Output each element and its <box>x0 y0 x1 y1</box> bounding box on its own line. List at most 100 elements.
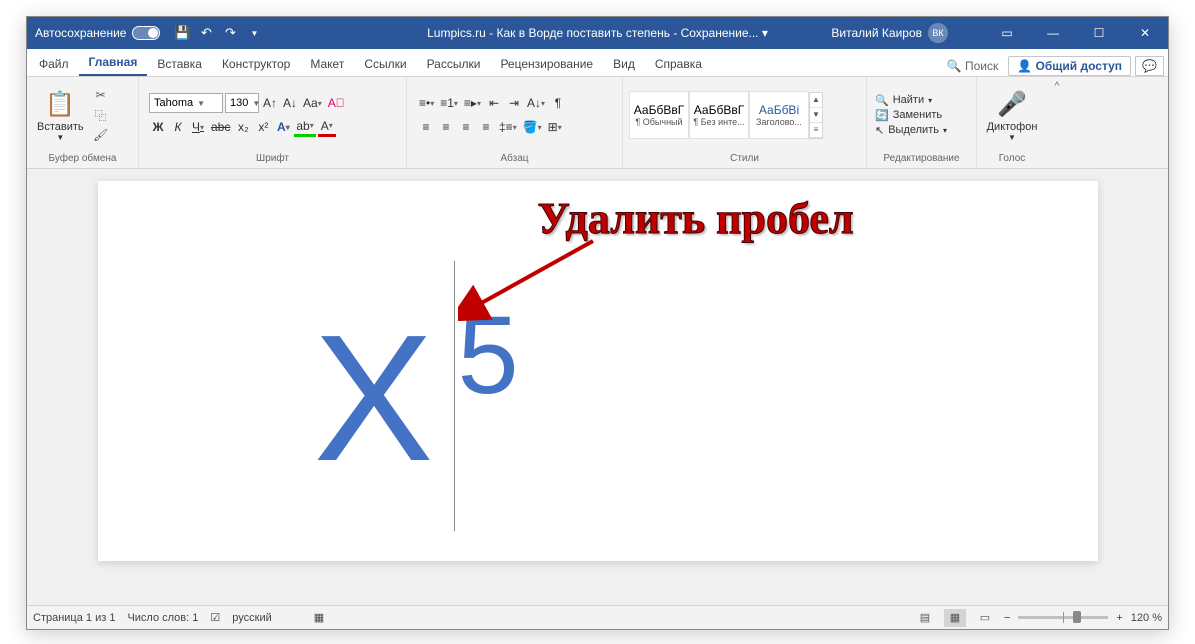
paragraph-group-label: Абзац <box>411 151 618 166</box>
zoom-out-icon[interactable]: − <box>1004 612 1010 624</box>
clear-formatting-icon[interactable]: A⃠ <box>326 93 347 113</box>
superscript-button[interactable]: x² <box>254 117 272 137</box>
document-area[interactable]: X 5 Удалить пробел <box>27 169 1168 605</box>
select-button[interactable]: ↖Выделить▾ <box>873 123 970 138</box>
replace-icon: 🔄 <box>875 109 889 122</box>
cursor-icon: ↖ <box>875 124 884 137</box>
read-mode-icon[interactable]: ▤ <box>914 609 936 627</box>
tab-insert[interactable]: Вставка <box>147 52 212 76</box>
clipboard-group-label: Буфер обмена <box>31 151 134 166</box>
tab-review[interactable]: Рецензирование <box>490 52 603 76</box>
multilevel-icon[interactable]: ≡▸ <box>462 93 483 113</box>
language-indicator[interactable]: русский <box>232 612 271 624</box>
tab-help[interactable]: Справка <box>645 52 712 76</box>
change-case-icon[interactable]: Aa <box>301 93 324 113</box>
autosave-label: Автосохранение <box>35 26 126 40</box>
ribbon-tabs: Файл Главная Вставка Конструктор Макет С… <box>27 49 1168 77</box>
font-name-combo[interactable]: Tahoma▼ <box>149 93 223 113</box>
minimize-button[interactable]: — <box>1030 17 1076 49</box>
collapse-ribbon-icon[interactable]: ^ <box>1055 81 1060 92</box>
share-button[interactable]: 👤 Общий доступ <box>1008 56 1131 76</box>
document-title: Lumpics.ru - Как в Ворде поставить степе… <box>427 26 768 40</box>
macro-icon[interactable]: ▦ <box>314 611 324 624</box>
ribbon-options-icon[interactable]: ▭ <box>984 17 1030 49</box>
tab-file[interactable]: Файл <box>29 52 79 76</box>
replace-button[interactable]: 🔄Заменить <box>873 108 970 123</box>
voice-group-label: Голос <box>981 151 1043 166</box>
align-left-icon[interactable]: ≡ <box>417 117 435 137</box>
text-effects-icon[interactable]: A <box>274 117 292 137</box>
content-char-x: X <box>314 309 434 489</box>
user-account[interactable]: Виталий Каиров ВК <box>831 23 948 43</box>
spell-check-icon[interactable]: ☑ <box>210 611 220 624</box>
titlebar: Автосохранение 💾 ↶ ↷ ▼ Lumpics.ru - Как … <box>27 17 1168 49</box>
close-button[interactable]: ✕ <box>1122 17 1168 49</box>
search-icon: 🔍 <box>875 94 889 107</box>
strike-button[interactable]: abc <box>209 117 232 137</box>
font-size-combo[interactable]: 130▼ <box>225 93 259 113</box>
maximize-button[interactable]: ☐ <box>1076 17 1122 49</box>
justify-icon[interactable]: ≡ <box>477 117 495 137</box>
tab-layout[interactable]: Макет <box>300 52 354 76</box>
subscript-button[interactable]: x₂ <box>234 117 252 137</box>
autosave-toggle[interactable] <box>132 26 160 40</box>
cut-icon[interactable]: ✂ <box>92 86 110 104</box>
shading-icon[interactable]: 🪣 <box>521 117 544 137</box>
align-center-icon[interactable]: ≡ <box>437 117 455 137</box>
comments-button[interactable]: 💬 <box>1135 56 1164 76</box>
underline-button[interactable]: Ч <box>189 117 207 137</box>
borders-icon[interactable]: ⊞ <box>546 117 564 137</box>
style-heading1[interactable]: АаБбВіЗаголово... <box>749 91 809 139</box>
style-normal[interactable]: АаБбВвГ¶ Обычный <box>629 91 689 139</box>
shrink-font-icon[interactable]: A↓ <box>281 93 299 113</box>
italic-button[interactable]: К <box>169 117 187 137</box>
decrease-indent-icon[interactable]: ⇤ <box>485 93 503 113</box>
font-color-icon[interactable]: A <box>318 117 336 137</box>
status-bar: Страница 1 из 1 Число слов: 1 ☑ русский … <box>27 605 1168 629</box>
find-button[interactable]: 🔍Найти▾ <box>873 93 970 108</box>
bullets-icon[interactable]: ≡• <box>417 93 436 113</box>
clipboard-icon: 📋 <box>45 89 75 121</box>
print-layout-icon[interactable]: ▦ <box>944 609 966 627</box>
avatar: ВК <box>928 23 948 43</box>
tell-me-search[interactable]: 🔍 Поиск <box>941 59 1005 73</box>
tab-mailings[interactable]: Рассылки <box>417 52 491 76</box>
web-layout-icon[interactable]: ▭ <box>974 609 996 627</box>
text-cursor <box>454 261 455 531</box>
grow-font-icon[interactable]: A↑ <box>261 93 279 113</box>
qat-customize-icon[interactable]: ▼ <box>244 23 264 43</box>
annotation-arrow-icon <box>458 231 618 321</box>
sort-icon[interactable]: A↓ <box>525 93 547 113</box>
redo-icon[interactable]: ↷ <box>220 23 240 43</box>
numbering-icon[interactable]: ≡1 <box>438 93 460 113</box>
zoom-slider[interactable] <box>1018 616 1108 619</box>
paste-button[interactable]: 📋 Вставить ▼ <box>33 87 88 144</box>
undo-icon[interactable]: ↶ <box>196 23 216 43</box>
zoom-in-icon[interactable]: + <box>1116 612 1122 624</box>
word-count[interactable]: Число слов: 1 <box>127 612 198 624</box>
font-group-label: Шрифт <box>143 151 402 166</box>
align-right-icon[interactable]: ≡ <box>457 117 475 137</box>
tab-view[interactable]: Вид <box>603 52 645 76</box>
increase-indent-icon[interactable]: ⇥ <box>505 93 523 113</box>
styles-gallery-scroll[interactable]: ▲▼≡ <box>809 92 823 139</box>
zoom-level[interactable]: 120 % <box>1131 612 1162 624</box>
styles-group-label: Стили <box>627 151 862 166</box>
page-indicator[interactable]: Страница 1 из 1 <box>33 612 115 624</box>
editing-group-label: Редактирование <box>871 151 972 166</box>
tab-references[interactable]: Ссылки <box>354 52 416 76</box>
format-painter-icon[interactable]: 🖌 <box>92 126 110 144</box>
page[interactable]: X 5 Удалить пробел <box>98 181 1098 561</box>
ribbon: 📋 Вставить ▼ ✂ ⿻ 🖌 Буфер обмена Tahoma▼ … <box>27 77 1168 169</box>
dictate-button[interactable]: 🎤 Диктофон ▼ <box>983 87 1042 144</box>
tab-design[interactable]: Конструктор <box>212 52 300 76</box>
tab-home[interactable]: Главная <box>79 50 148 76</box>
line-spacing-icon[interactable]: ‡≡ <box>497 117 519 137</box>
show-marks-icon[interactable]: ¶ <box>549 93 567 113</box>
microphone-icon: 🎤 <box>997 89 1027 121</box>
copy-icon[interactable]: ⿻ <box>92 106 110 124</box>
save-icon[interactable]: 💾 <box>172 23 192 43</box>
bold-button[interactable]: Ж <box>149 117 167 137</box>
highlight-icon[interactable]: ab <box>294 117 315 137</box>
style-no-spacing[interactable]: АаБбВвГ¶ Без инте... <box>689 91 749 139</box>
